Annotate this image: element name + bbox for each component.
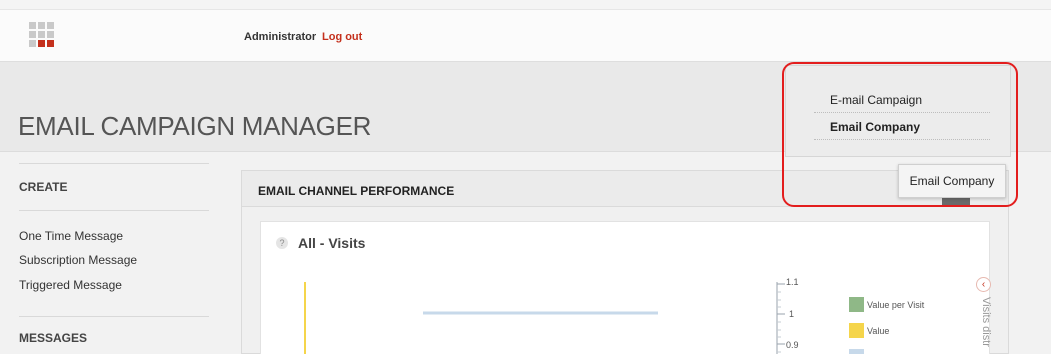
sidebar-item-triggered-message[interactable]: Triggered Message — [19, 278, 122, 292]
sidebar: CREATE One Time Message Subscription Mes… — [0, 153, 225, 354]
y-tick-label: 0.9 — [786, 340, 799, 350]
panel-title: EMAIL CHANNEL PERFORMANCE — [258, 184, 455, 198]
y-tick-label: 1.1 — [786, 277, 799, 287]
logo-icon[interactable] — [29, 22, 55, 48]
menu-divider — [814, 112, 990, 113]
sidebar-item-subscription-message[interactable]: Subscription Message — [19, 253, 137, 267]
legend-swatch-value-per-visit — [849, 297, 864, 312]
visits-card: ? All - Visits 1.1 1 0.9 Value per Visit… — [260, 221, 992, 354]
menu-item-email-campaign[interactable]: E-mail Campaign — [830, 93, 922, 107]
page-title: EMAIL CAMPAIGN MANAGER — [18, 111, 372, 141]
legend-swatch-value — [849, 323, 864, 338]
card-title: All - Visits — [298, 235, 366, 251]
visits-chart: 1.1 1 0.9 — [304, 277, 799, 354]
sidebar-item-one-time-message[interactable]: One Time Message — [19, 229, 123, 243]
side-panel-label: Visits distr — [980, 297, 992, 347]
y-tick-label: 1 — [789, 309, 794, 319]
menu-divider — [814, 139, 990, 140]
logout-link[interactable]: Log out — [322, 31, 362, 43]
sidebar-heading-create: CREATE — [19, 180, 68, 194]
sidebar-divider — [19, 210, 209, 211]
legend-swatch-third — [849, 349, 864, 354]
legend-label-value-per-visit: Value per Visit — [867, 300, 925, 310]
chevron-left-icon[interactable]: ‹ — [976, 277, 991, 292]
user-name: Administrator — [244, 31, 317, 43]
sidebar-divider — [19, 163, 209, 164]
company-selector-button[interactable]: Email Company — [898, 164, 1006, 198]
sidebar-heading-messages: MESSAGES — [19, 331, 88, 345]
top-header: Administrator Log out — [0, 0, 1051, 62]
company-switcher: E-mail Campaign Email Company Email Comp… — [784, 64, 1016, 204]
top-strip — [0, 0, 1051, 10]
menu-item-email-company[interactable]: Email Company — [830, 120, 920, 134]
legend-label-value: Value — [867, 326, 890, 336]
help-icon[interactable]: ? — [276, 237, 288, 249]
company-dropdown-menu: E-mail Campaign Email Company — [785, 65, 1011, 157]
sidebar-divider — [19, 316, 209, 317]
